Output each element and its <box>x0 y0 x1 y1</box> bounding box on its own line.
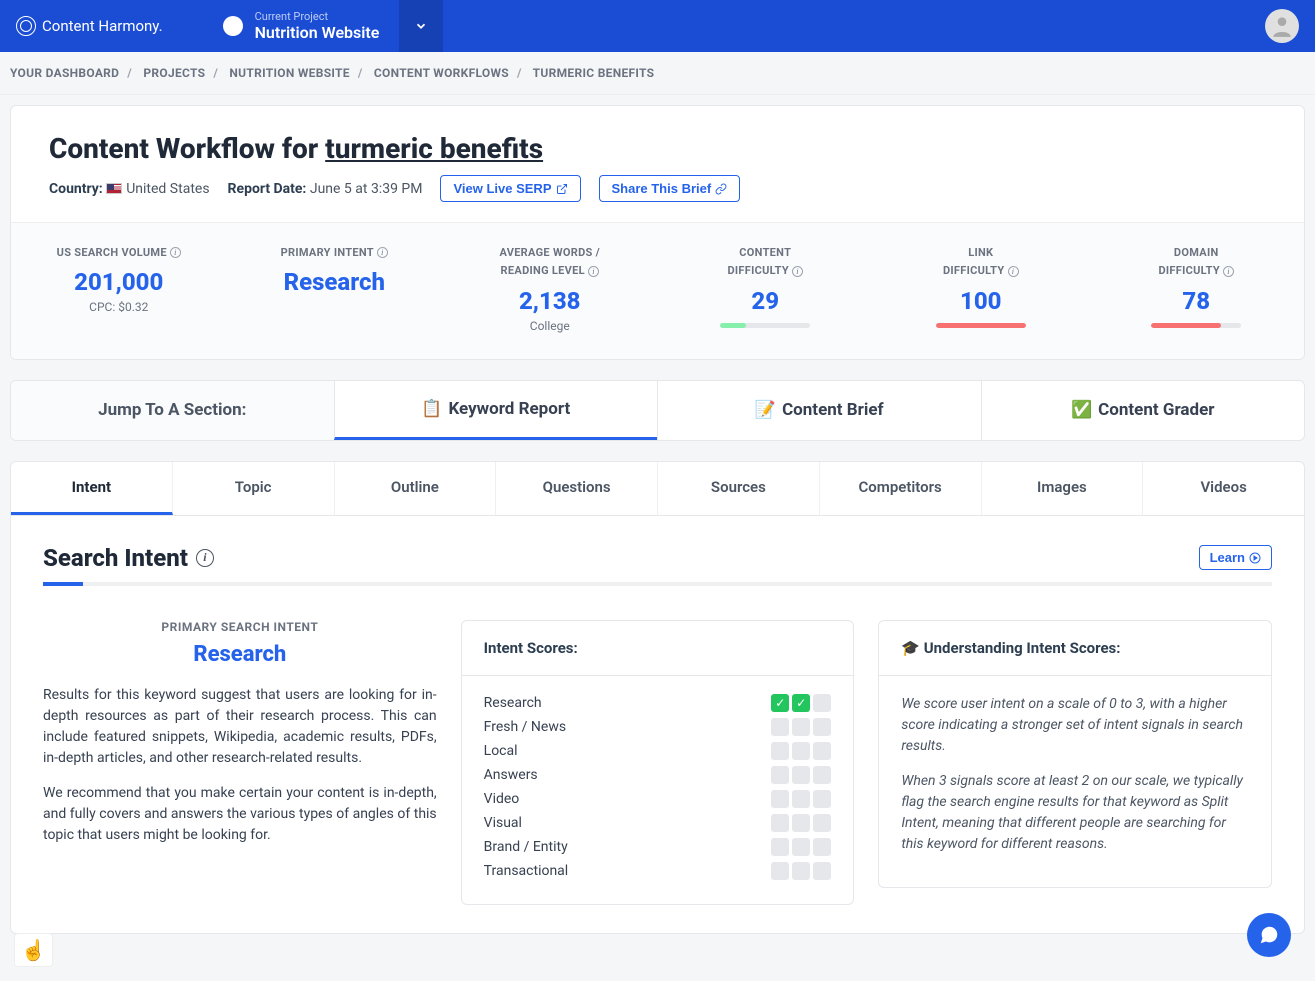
subtab-intent[interactable]: Intent <box>11 462 173 515</box>
subtab-questions[interactable]: Questions <box>496 462 658 515</box>
stat-link-difficulty: LINKDIFFICULTY i 100 <box>873 223 1089 359</box>
tab-content-brief[interactable]: 📝 Content Brief <box>657 381 981 440</box>
project-name: Nutrition Website <box>255 23 380 42</box>
info-icon[interactable]: i <box>377 247 388 258</box>
view-serp-button[interactable]: View Live SERP <box>440 175 580 202</box>
score-row: Local <box>484 742 832 760</box>
info-icon[interactable]: i <box>792 266 803 277</box>
info-icon[interactable]: i <box>1223 266 1234 277</box>
report-panel: Intent Topic Outline Questions Sources C… <box>10 461 1305 934</box>
intent-title: Search Intent i <box>43 544 214 572</box>
score-row: Research✓✓ <box>484 694 832 712</box>
subtabs: Intent Topic Outline Questions Sources C… <box>11 462 1304 516</box>
section-tabs: Jump To A Section: 📋 Keyword Report 📝 Co… <box>10 380 1305 441</box>
intent-scores-card: Intent Scores: Research✓✓Fresh / NewsLoc… <box>461 620 855 905</box>
info-icon[interactable]: i <box>588 266 599 277</box>
stat-intent: PRIMARY INTENT i Research <box>227 223 443 359</box>
breadcrumb-item[interactable]: NUTRITION WEBSITE <box>229 66 349 80</box>
score-row: Video <box>484 790 832 808</box>
tab-content-grader[interactable]: ✅ Content Grader <box>981 381 1305 440</box>
score-row: Fresh / News <box>484 718 832 736</box>
info-icon[interactable]: i <box>170 247 181 258</box>
score-row: Visual <box>484 814 832 832</box>
project-chevron[interactable] <box>399 0 443 52</box>
project-label: Current Project <box>255 10 380 23</box>
top-header: Content Harmony. Current Project Nutriti… <box>0 0 1315 52</box>
understanding-card: 🎓 Understanding Intent Scores: We score … <box>878 620 1272 888</box>
breadcrumb-item[interactable]: PROJECTS <box>143 66 205 80</box>
subtab-competitors[interactable]: Competitors <box>820 462 982 515</box>
info-icon[interactable]: i <box>1008 266 1019 277</box>
subtab-sources[interactable]: Sources <box>658 462 820 515</box>
link-icon <box>715 183 727 195</box>
score-row: Brand / Entity <box>484 838 832 856</box>
brand-name: Content Harmony. <box>42 17 163 35</box>
brand-logo[interactable]: Content Harmony. <box>16 16 163 36</box>
score-row: Transactional <box>484 862 832 880</box>
external-link-icon <box>556 183 568 195</box>
workflow-card: Content Workflow for turmeric benefits C… <box>10 105 1305 360</box>
subtab-videos[interactable]: Videos <box>1143 462 1304 515</box>
stat-volume: US SEARCH VOLUME i 201,000 CPC: $0.32 <box>11 223 227 359</box>
subtab-images[interactable]: Images <box>982 462 1144 515</box>
subtab-outline[interactable]: Outline <box>335 462 497 515</box>
tab-keyword-report[interactable]: 📋 Keyword Report <box>334 381 658 440</box>
stat-domain-difficulty: DOMAINDIFFICULTY i 78 <box>1089 223 1305 359</box>
breadcrumb-item[interactable]: TURMERIC BENEFITS <box>533 66 655 80</box>
workflow-title: Content Workflow for turmeric benefits <box>49 132 1266 165</box>
flag-us-icon <box>106 183 122 194</box>
user-avatar[interactable] <box>1265 9 1299 43</box>
logo-icon <box>16 16 36 36</box>
project-color-dot <box>223 16 243 36</box>
subtab-topic[interactable]: Topic <box>173 462 335 515</box>
score-row: Answers <box>484 766 832 784</box>
section-progress <box>43 582 1272 586</box>
stat-content-difficulty: CONTENTDIFFICULTY i 29 <box>658 223 874 359</box>
primary-intent-column: PRIMARY SEARCH INTENT Research Results f… <box>43 620 437 860</box>
help-chat-button[interactable] <box>1247 913 1291 957</box>
project-selector[interactable]: Current Project Nutrition Website <box>223 10 380 42</box>
info-icon[interactable]: i <box>196 549 214 567</box>
play-circle-icon <box>1249 552 1261 564</box>
breadcrumb-item[interactable]: CONTENT WORKFLOWS <box>374 66 509 80</box>
breadcrumb-item[interactable]: YOUR DASHBOARD <box>10 66 119 80</box>
learn-button[interactable]: Learn <box>1199 545 1272 570</box>
chat-icon <box>1258 924 1280 946</box>
feedback-widget[interactable]: ☝️ <box>14 933 53 967</box>
workflow-keyword: turmeric benefits <box>325 132 543 165</box>
section-tabs-label: Jump To A Section: <box>11 381 334 440</box>
breadcrumb: YOUR DASHBOARD/ PROJECTS/ NUTRITION WEBS… <box>0 52 1315 95</box>
stat-words: AVERAGE WORDS /READING LEVEL i 2,138 Col… <box>442 223 658 359</box>
share-brief-button[interactable]: Share This Brief <box>599 175 741 202</box>
